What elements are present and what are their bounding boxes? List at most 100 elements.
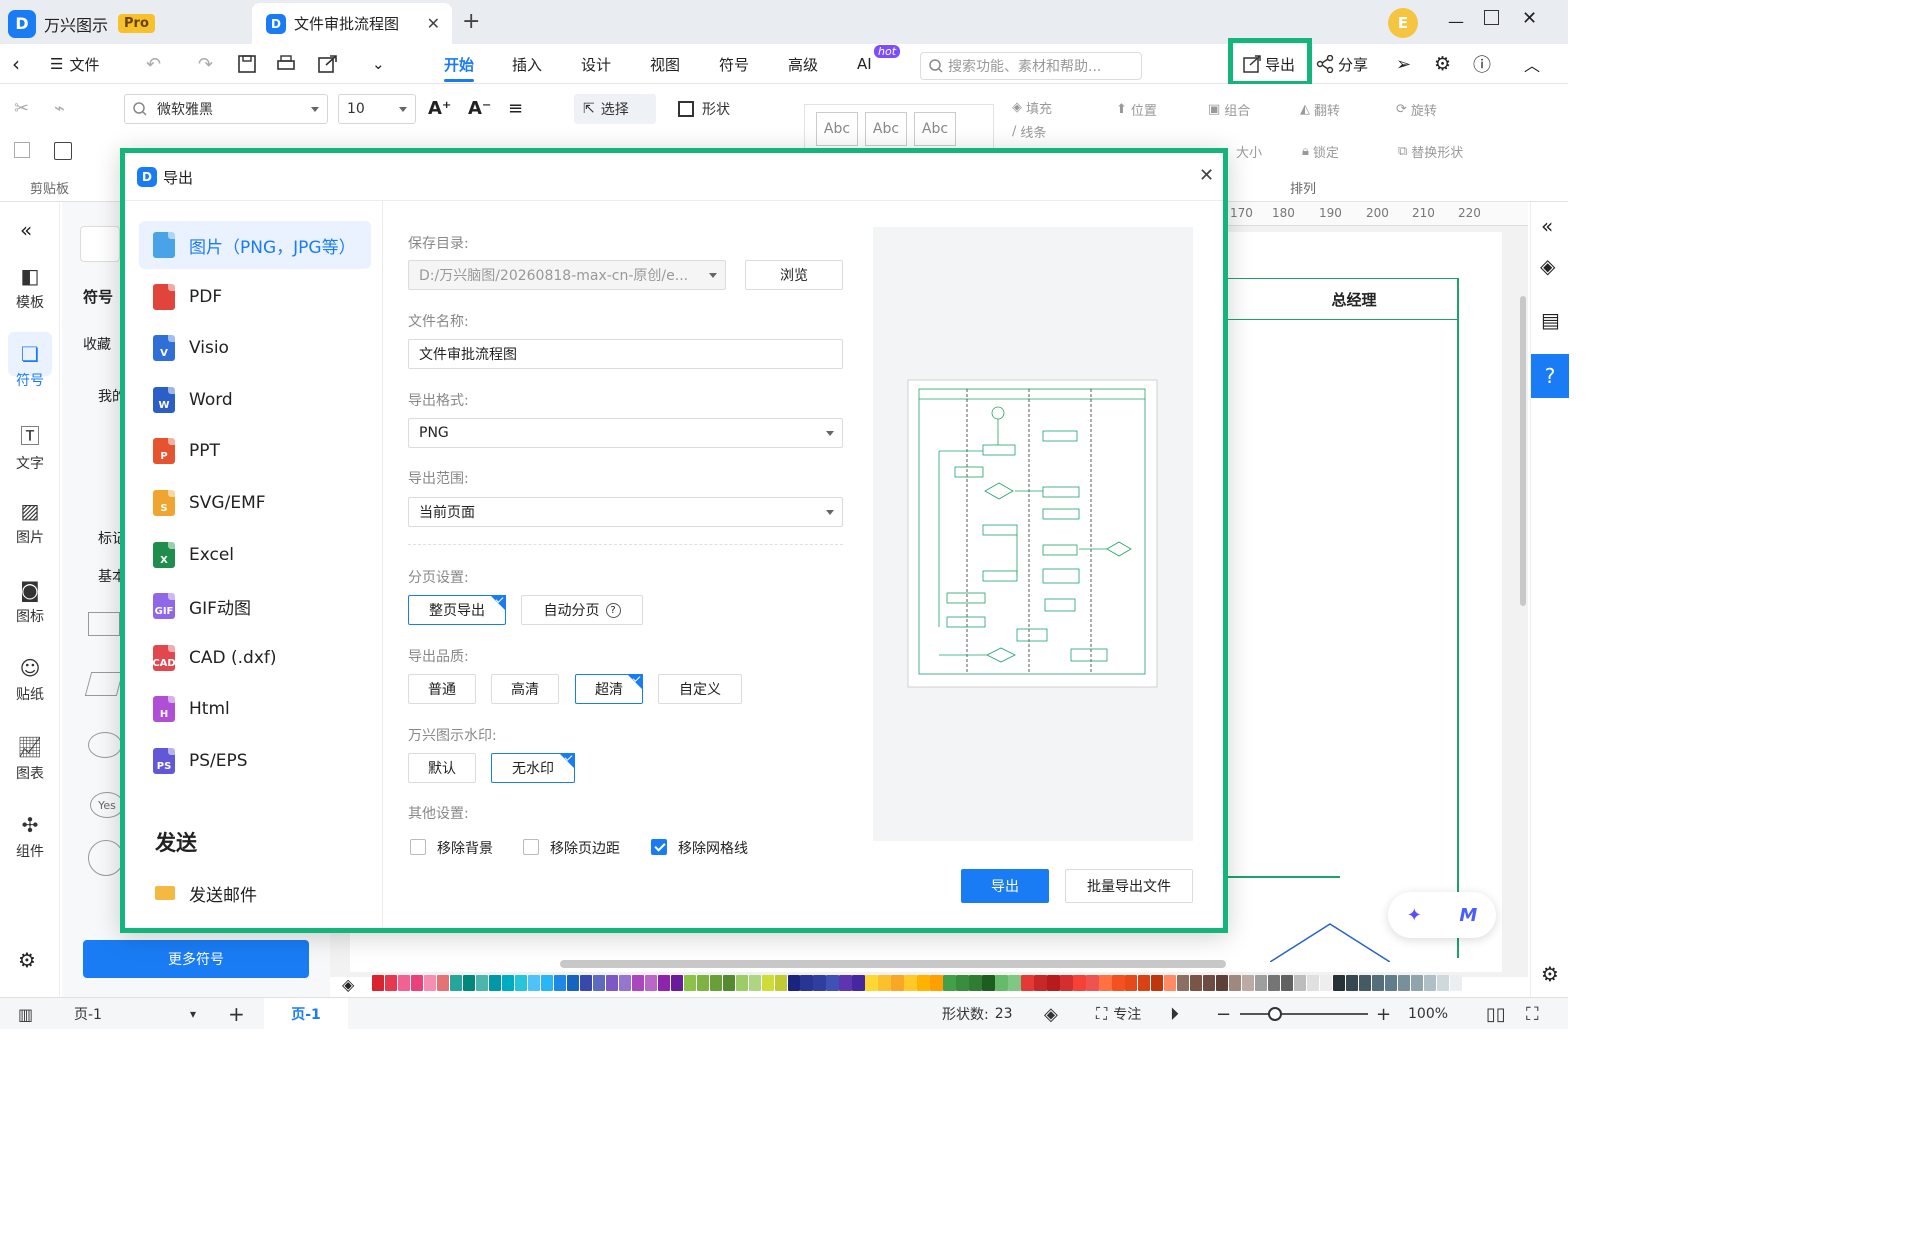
sidebar-item-component[interactable]: ✣ 组件 — [0, 813, 60, 861]
color-swatch[interactable] — [826, 975, 839, 991]
color-swatch[interactable] — [1241, 975, 1255, 991]
tab-insert[interactable]: 插入 — [512, 44, 542, 84]
tab-symbol[interactable]: 符号 — [719, 44, 749, 84]
color-swatch[interactable] — [1449, 975, 1463, 991]
help-circle-icon[interactable]: ? — [605, 602, 621, 618]
color-swatch[interactable] — [1267, 975, 1281, 991]
color-swatch[interactable] — [787, 975, 800, 991]
color-swatch[interactable] — [1138, 975, 1151, 991]
font-size-select[interactable]: 10 — [338, 94, 416, 124]
color-swatch[interactable] — [774, 975, 787, 991]
position-button[interactable]: ⬆ 位置 — [1116, 100, 1157, 119]
undo-icon[interactable]: ↶ — [146, 44, 161, 84]
color-swatch[interactable] — [514, 975, 528, 991]
zoom-slider-handle[interactable] — [1268, 1007, 1282, 1021]
print-icon[interactable] — [276, 44, 296, 84]
color-swatch[interactable] — [553, 975, 567, 991]
color-swatch[interactable] — [1086, 975, 1099, 991]
color-swatch[interactable] — [839, 975, 852, 991]
color-swatch[interactable] — [501, 975, 515, 991]
cut-icon[interactable]: ✂ — [14, 98, 29, 119]
quality-normal-option[interactable]: 普通 — [408, 674, 476, 704]
color-swatch[interactable] — [449, 975, 463, 991]
format-item-cad[interactable]: CAD CAD (.dxf) — [139, 634, 371, 682]
color-swatch[interactable] — [605, 975, 619, 991]
color-palette[interactable] — [372, 975, 1560, 995]
fill-button[interactable]: ◈ 填充 — [1012, 98, 1052, 117]
batch-export-button[interactable]: 批量导出文件 — [1065, 869, 1193, 903]
play-icon[interactable]: ⏵ — [1170, 998, 1179, 1030]
sidebar-item-icon[interactable]: ◙ 图标 — [0, 578, 60, 626]
tab-advanced[interactable]: 高级 — [788, 44, 818, 84]
format-item-ps[interactable]: PS PS/EPS — [139, 737, 371, 785]
color-swatch[interactable] — [709, 975, 722, 991]
replace-shape-button[interactable]: ⧉ 替换形状 — [1398, 142, 1463, 161]
size-button[interactable]: 大小 — [1236, 142, 1262, 161]
map-icon[interactable]: ▯▯ — [1486, 998, 1506, 1030]
color-swatch[interactable] — [410, 975, 424, 991]
paste-icon[interactable] — [54, 142, 72, 160]
more-symbols-button[interactable]: 更多符号 — [83, 940, 309, 978]
color-swatch[interactable] — [475, 975, 489, 991]
sidebar-item-template[interactable]: ◧ 模板 — [0, 264, 60, 312]
color-swatch[interactable] — [1293, 975, 1307, 991]
color-swatch[interactable] — [1423, 975, 1437, 991]
color-swatch[interactable] — [566, 975, 580, 991]
style-sample-2[interactable]: Abc — [865, 112, 907, 146]
color-swatch[interactable] — [1254, 975, 1268, 991]
color-swatch[interactable] — [1384, 975, 1398, 991]
zoom-out-icon[interactable]: − — [1216, 998, 1231, 1030]
color-swatch[interactable] — [683, 975, 697, 991]
paging-whole-page-option[interactable]: 整页导出 — [408, 595, 506, 625]
more-dropdown-icon[interactable]: ⌄ — [372, 44, 385, 84]
color-swatch[interactable] — [1047, 975, 1060, 991]
color-swatch[interactable] — [1215, 975, 1229, 991]
tab-start[interactable]: 开始 — [444, 44, 475, 84]
color-swatch[interactable] — [1228, 975, 1242, 991]
color-swatch[interactable] — [540, 975, 554, 991]
color-swatch[interactable] — [1190, 975, 1203, 991]
dialog-close-icon[interactable]: ✕ — [1199, 165, 1214, 186]
color-swatch[interactable] — [917, 975, 930, 991]
save-dir-field[interactable]: D:/万兴脑图/20260818-max-cn-原创/e... — [408, 260, 726, 290]
help-panel-icon[interactable]: ? — [1531, 354, 1569, 398]
color-swatch[interactable] — [878, 975, 891, 991]
line-button[interactable]: ∕ 线条 — [1012, 122, 1046, 141]
font-name-select[interactable]: 微软雅黑 — [124, 94, 328, 124]
color-swatch[interactable] — [943, 975, 956, 991]
symbol-parallelogram[interactable] — [84, 672, 124, 696]
page-tab-active[interactable]: 页-1 — [264, 998, 348, 1030]
send-icon[interactable]: ➢ — [1396, 44, 1411, 84]
color-swatch[interactable] — [644, 975, 658, 991]
remove-background-checkbox[interactable] — [410, 839, 426, 855]
sidebar-item-text[interactable]: 🅃 文字 — [0, 420, 60, 473]
tab-design[interactable]: 设计 — [581, 44, 611, 84]
color-swatch[interactable] — [631, 975, 645, 991]
avatar[interactable]: E — [1388, 8, 1418, 38]
format-item-image[interactable]: 图片（PNG，JPG等） — [139, 221, 371, 269]
color-swatch[interactable] — [488, 975, 502, 991]
color-swatch[interactable] — [579, 975, 593, 991]
align-icon[interactable]: ≡ — [508, 98, 523, 119]
vertical-scrollbar[interactable] — [1520, 296, 1526, 606]
file-name-input[interactable]: 文件审批流程图 — [408, 339, 843, 369]
tab-ai[interactable]: AI — [857, 44, 872, 84]
format-item-visio[interactable]: V Visio — [139, 324, 371, 372]
range-select[interactable]: 当前页面 — [408, 497, 843, 527]
color-swatch[interactable] — [462, 975, 476, 991]
layers-icon[interactable]: ◈ — [1044, 998, 1058, 1030]
color-swatch[interactable] — [995, 975, 1008, 991]
color-swatch[interactable] — [1332, 975, 1346, 991]
share-out-icon[interactable] — [318, 44, 338, 84]
format-item-html[interactable]: H Html — [139, 685, 371, 733]
color-swatch[interactable] — [1358, 975, 1372, 991]
color-swatch[interactable] — [1371, 975, 1385, 991]
color-swatch[interactable] — [1345, 975, 1359, 991]
zoom-level[interactable]: 100% — [1408, 998, 1448, 1030]
document-tab[interactable]: D 文件审批流程图 ✕ — [252, 3, 452, 44]
color-swatch[interactable] — [1060, 975, 1073, 991]
paging-auto-option[interactable]: 自动分页? — [521, 595, 643, 625]
lock-button[interactable]: 🔒︎ 锁定 — [1302, 142, 1339, 161]
color-swatch[interactable] — [696, 975, 709, 991]
color-swatch[interactable] — [904, 975, 917, 991]
